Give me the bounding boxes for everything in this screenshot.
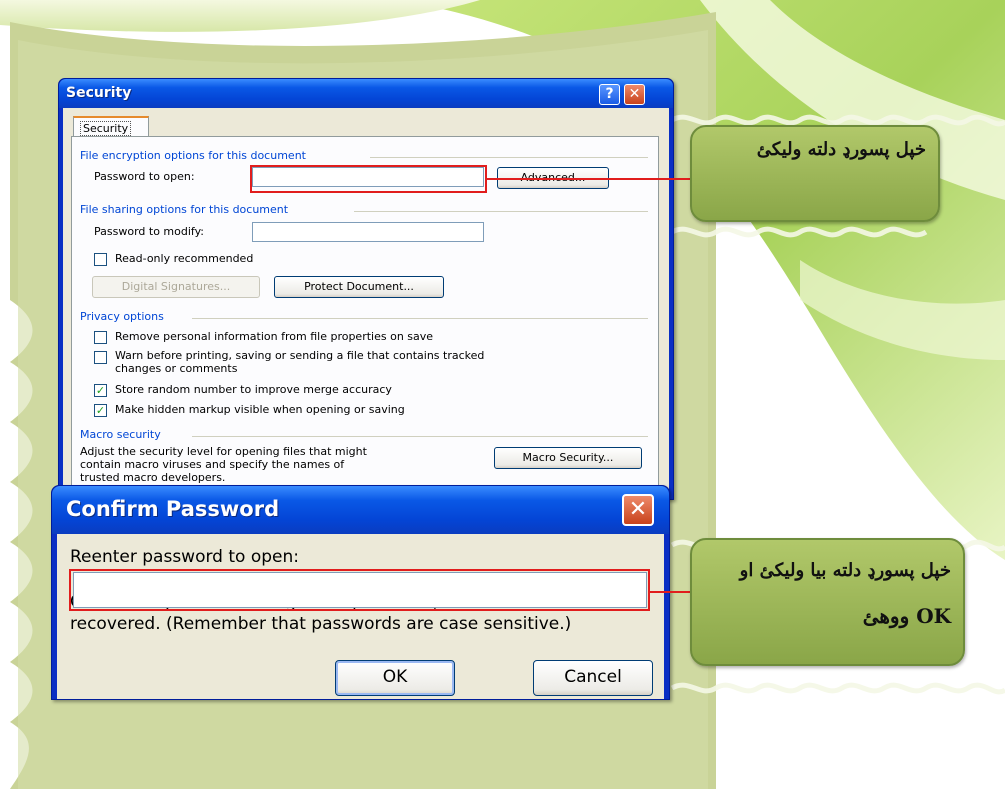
encryption-group-label: File encryption options for this documen… xyxy=(80,149,306,162)
reenter-password-highlight xyxy=(69,569,650,611)
macro-divider xyxy=(192,436,648,437)
privacy-group-label: Privacy options xyxy=(80,310,164,323)
ok-button[interactable]: OK xyxy=(335,660,455,696)
tab-security[interactable]: Security xyxy=(73,116,149,137)
store-random-number-checkbox[interactable]: ✓ xyxy=(94,384,107,397)
protect-document-button[interactable]: Protect Document... xyxy=(274,276,444,298)
callout-bottom-pointer xyxy=(650,591,692,593)
warn-tracked-changes-label: Warn before printing, saving or sending … xyxy=(115,349,485,362)
encryption-divider xyxy=(370,157,648,158)
macro-description-1: Adjust the security level for opening fi… xyxy=(80,445,367,458)
privacy-divider xyxy=(192,318,648,319)
security-title-bar[interactable]: Security ? ✕ xyxy=(59,79,673,108)
hidden-markup-label: Make hidden markup visible when opening … xyxy=(115,403,405,416)
password-open-label: Password to open: xyxy=(94,170,195,183)
cancel-button[interactable]: Cancel xyxy=(533,660,653,696)
warn-tracked-changes-checkbox[interactable] xyxy=(94,351,107,364)
password-modify-input[interactable] xyxy=(252,222,484,242)
sharing-divider xyxy=(354,211,648,212)
security-title: Security xyxy=(66,85,132,101)
callout-bottom-text-2: OK ووهئ xyxy=(862,604,951,628)
help-icon[interactable]: ? xyxy=(599,84,620,105)
remove-personal-info-checkbox[interactable] xyxy=(94,331,107,344)
callout-bottom: خپل پسورډ دلته بیا ولیکئ او OK ووهئ xyxy=(690,538,965,666)
reenter-password-label: Reenter password to open: xyxy=(70,547,299,567)
readonly-checkbox[interactable] xyxy=(94,253,107,266)
macro-group-label: Macro security xyxy=(80,428,161,441)
hidden-markup-checkbox[interactable]: ✓ xyxy=(94,404,107,417)
macro-description-3: trusted macro developers. xyxy=(80,471,226,484)
warn-tracked-changes-label-line2: changes or comments xyxy=(115,362,238,375)
sharing-group-label: File sharing options for this document xyxy=(80,203,289,216)
macro-security-button[interactable]: Macro Security... xyxy=(494,447,642,469)
remove-personal-info-label: Remove personal information from file pr… xyxy=(115,330,434,343)
macro-description-2: contain macro viruses and specify the na… xyxy=(80,458,345,471)
password-open-highlight xyxy=(250,165,487,193)
password-modify-label: Password to modify: xyxy=(94,225,204,238)
callout-top-text: خپل پسورډ دلته ولیکئ xyxy=(756,139,926,160)
close-icon[interactable]: ✕ xyxy=(622,494,654,526)
close-icon[interactable]: ✕ xyxy=(624,84,645,105)
confirm-password-title-bar[interactable]: Confirm Password ✕ xyxy=(52,486,669,534)
caution-line-2: recovered. (Remember that passwords are … xyxy=(70,614,572,634)
confirm-password-body: Reenter password to open: Caution: If yo… xyxy=(57,534,664,699)
confirm-password-title: Confirm Password xyxy=(66,497,280,521)
callout-top: خپل پسورډ دلته ولیکئ xyxy=(690,125,940,222)
tab-security-label: Security xyxy=(80,121,132,136)
callout-top-pointer xyxy=(487,178,692,180)
readonly-label: Read-only recommended xyxy=(115,252,254,265)
store-random-number-label: Store random number to improve merge acc… xyxy=(115,383,392,396)
security-dialog: Security ? ✕ Security File encryption op… xyxy=(58,78,674,500)
digital-signatures-button[interactable]: Digital Signatures... xyxy=(92,276,260,298)
callout-bottom-text-1: خپل پسورډ دلته بیا ولیکئ او xyxy=(739,560,951,581)
